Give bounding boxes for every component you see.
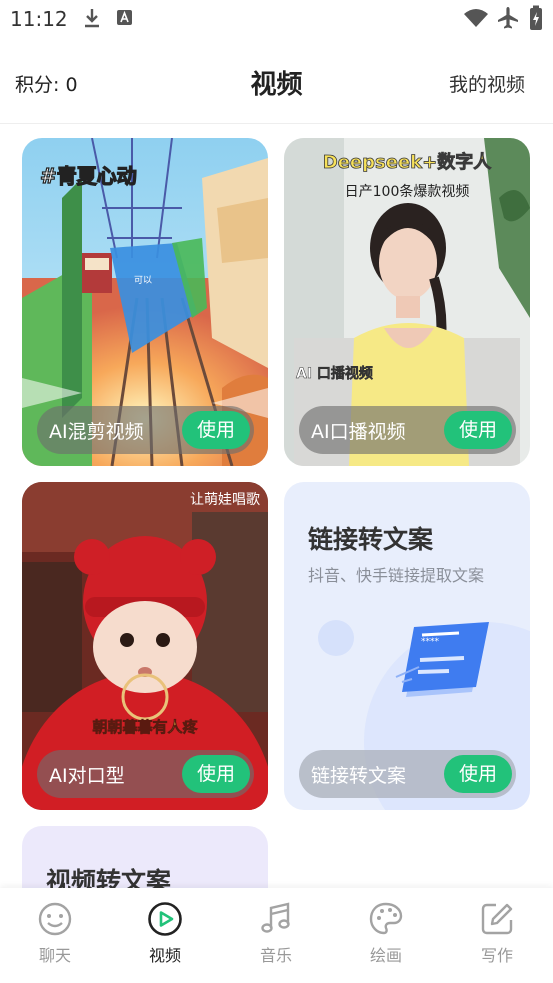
nav-label: 音乐 (259, 946, 292, 965)
edit-pen-icon (481, 903, 513, 935)
bottom-nav: 聊天 视频 音乐 绘画 写作 (0, 888, 553, 983)
card-label: AI对口型 (49, 765, 125, 787)
overlay-caption: AI 口播视频 (296, 365, 373, 382)
card-ai-lip-sync[interactable]: 让萌娃唱歌 朝朝暮暮有人疼 AI对口型 使用 (22, 482, 268, 810)
airplane-icon (498, 7, 518, 29)
overlay-caption: 朝朝暮暮有人疼 (92, 718, 198, 736)
chat-smile-icon (38, 902, 72, 936)
my-videos-link[interactable]: 我的视频 (449, 70, 525, 97)
card-pill: AI混剪视频 使用 (37, 406, 254, 454)
card-pill: AI对口型 使用 (37, 750, 254, 798)
nav-item-painting[interactable]: 绘画 (331, 900, 441, 976)
card-link-to-copy[interactable]: 链接转文案 抖音、快手链接提取文案 **** 链接转文案 使用 (284, 482, 530, 810)
nav-label: 写作 (480, 946, 513, 965)
overlay-hashtag: #青夏心动 (40, 164, 137, 188)
card-pill: AI口播视频 使用 (299, 406, 516, 454)
use-button[interactable]: 使用 (444, 411, 512, 449)
music-note-icon (261, 902, 290, 933)
status-bar: 11:12 (0, 0, 553, 38)
sign-text: 可以 (134, 275, 152, 286)
app-notification-icon (117, 10, 132, 25)
card-ai-talking-video[interactable]: Deepseek+数字人 日产100条爆款视频 AI 口播视频 AI口播视频 使… (284, 138, 530, 466)
overlay-top-text: 让萌娃唱歌 (190, 492, 260, 508)
video-play-icon (148, 902, 182, 936)
header: 积分: 0 视频 我的视频 (0, 52, 553, 112)
card-label: AI口播视频 (311, 421, 406, 443)
nav-item-music[interactable]: 音乐 (221, 900, 331, 976)
header-divider (0, 123, 553, 124)
download-icon (85, 9, 99, 28)
nav-item-video[interactable]: 视频 (110, 900, 220, 976)
overlay-subtitle: 日产100条爆款视频 (345, 183, 470, 200)
nav-label: 绘画 (369, 946, 402, 965)
nav-label: 聊天 (38, 946, 71, 965)
overlay-title: Deepseek+数字人 (323, 151, 492, 173)
wifi-icon (464, 9, 488, 27)
nav-label: 视频 (148, 946, 181, 965)
use-button[interactable]: 使用 (182, 411, 250, 449)
use-button[interactable]: 使用 (182, 755, 250, 793)
nav-item-writing[interactable]: 写作 (442, 900, 552, 976)
palette-icon (369, 902, 403, 935)
card-subtitle: 抖音、快手链接提取文案 (308, 566, 485, 585)
svg-text:****: **** (421, 637, 440, 647)
card-label: AI混剪视频 (49, 421, 144, 443)
nav-item-chat[interactable]: 聊天 (0, 900, 110, 976)
status-time: 11:12 (10, 7, 68, 31)
card-pill: 链接转文案 使用 (299, 750, 516, 798)
card-ai-mix-video[interactable]: 可以 #青夏心动 AI混剪视频 使用 (22, 138, 268, 466)
battery-charging-icon (530, 5, 542, 30)
use-button[interactable]: 使用 (444, 755, 512, 793)
card-heading: 链接转文案 (308, 525, 434, 554)
card-label: 链接转文案 (311, 765, 407, 787)
